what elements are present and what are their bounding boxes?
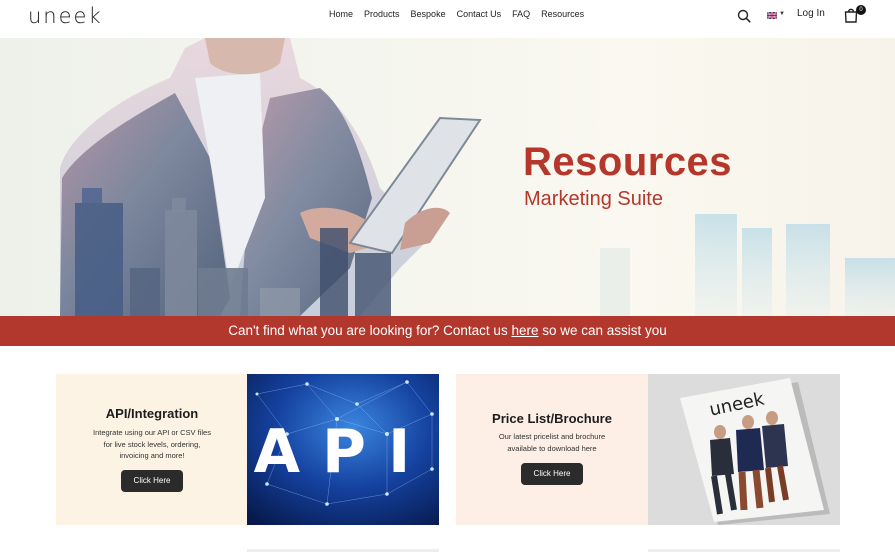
site-header: uneek Home Products Bespoke Contact Us F… <box>0 0 895 38</box>
nav-bespoke[interactable]: Bespoke <box>411 9 446 19</box>
brochure-cover-graphic: uneek <box>648 374 840 525</box>
nav-home[interactable]: Home <box>329 9 353 19</box>
nav-faq[interactable]: FAQ <box>512 9 530 19</box>
nav-products[interactable]: Products <box>364 9 400 19</box>
api-image-text: API <box>254 417 433 487</box>
hero-subtitle: Marketing Suite <box>524 188 663 210</box>
api-integration-card: API/Integration Integrate using our API … <box>56 374 439 525</box>
main-nav: Home Products Bespoke Contact Us FAQ Res… <box>329 9 584 19</box>
brochure-card-image[interactable]: uneek <box>648 374 840 525</box>
uneek-logo[interactable]: uneek <box>28 4 103 28</box>
uk-flag-icon[interactable] <box>767 12 777 19</box>
pricelist-card-panel: Price List/Brochure Our latest pricelist… <box>456 374 648 525</box>
login-link[interactable]: Log In <box>797 8 825 19</box>
pricelist-card-title: Price List/Brochure <box>492 411 612 426</box>
search-icon[interactable] <box>737 9 751 23</box>
cart-count-badge: 0 <box>856 5 866 15</box>
pricelist-card-description: Our latest pricelist and brochure availa… <box>498 432 606 453</box>
price-list-card: Price List/Brochure Our latest pricelist… <box>456 374 840 525</box>
contact-banner: Can't find what you are looking for? Con… <box>0 316 895 346</box>
banner-text-before: Can't find what you are looking for? Con… <box>228 323 512 338</box>
api-card-panel: API/Integration Integrate using our API … <box>56 374 248 525</box>
nav-contact-us[interactable]: Contact Us <box>457 9 502 19</box>
api-card-title: API/Integration <box>105 406 199 421</box>
chevron-down-icon[interactable]: ▼ <box>779 11 785 17</box>
banner-contact-link[interactable]: here <box>511 323 538 338</box>
pricelist-click-here-button[interactable]: Click Here <box>521 463 583 485</box>
hero-city-background <box>60 38 895 316</box>
hero-title: Resources <box>523 140 733 184</box>
api-network-graphic: API <box>247 374 439 525</box>
api-click-here-button[interactable]: Click Here <box>121 470 183 492</box>
banner-text-after: so we can assist you <box>538 323 667 338</box>
nav-resources[interactable]: Resources <box>541 9 584 19</box>
api-card-image[interactable]: API <box>247 374 439 525</box>
hero-banner: Resources Marketing Suite <box>0 38 895 316</box>
api-card-description: Integrate using our API or CSV files for… <box>93 428 211 460</box>
